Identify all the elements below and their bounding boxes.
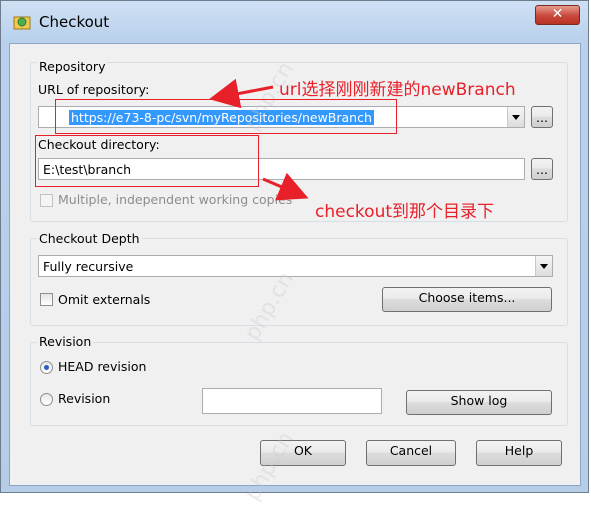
watermark-text: php.cn — [239, 427, 300, 505]
omit-externals-checkbox[interactable] — [40, 293, 53, 306]
choose-items-button[interactable]: Choose items... — [382, 287, 552, 312]
url-highlight-box — [55, 99, 397, 134]
checkout-depth-group-label: Checkout Depth — [37, 231, 142, 246]
depth-combobox[interactable]: Fully recursive — [38, 255, 553, 277]
head-revision-radio[interactable] — [40, 361, 53, 374]
show-log-button[interactable]: Show log — [406, 390, 552, 415]
revision-input[interactable] — [202, 388, 382, 414]
window-title: Checkout — [39, 13, 110, 31]
revision-label: Revision — [58, 391, 111, 406]
directory-browse-button[interactable]: ... — [531, 158, 553, 180]
checkout-dialog: Checkout ✕ Repository URL of repository:… — [0, 0, 589, 505]
directory-highlight-box — [35, 135, 259, 187]
title-bar[interactable]: Checkout ✕ — [1, 1, 588, 43]
help-button[interactable]: Help — [476, 440, 562, 466]
depth-selected-value: Fully recursive — [43, 259, 134, 274]
close-button[interactable]: ✕ — [535, 5, 580, 25]
cancel-button[interactable]: Cancel — [366, 440, 456, 466]
checkout-depth-group — [30, 238, 568, 326]
url-browse-button[interactable]: ... — [531, 106, 553, 128]
chevron-down-icon[interactable] — [535, 256, 552, 276]
chevron-down-icon[interactable] — [507, 107, 524, 127]
tortoisesvn-icon — [13, 16, 31, 30]
omit-externals-label: Omit externals — [58, 292, 151, 307]
checkout-annotation: checkout到那个目录下 — [315, 202, 495, 222]
multiple-working-copies-label: Multiple, independent working copies — [58, 192, 293, 207]
head-revision-label: HEAD revision — [58, 359, 147, 374]
url-label: URL of repository: — [38, 82, 150, 97]
close-icon: ✕ — [551, 6, 564, 22]
multiple-working-copies-checkbox[interactable] — [40, 194, 53, 207]
revision-group-label: Revision — [37, 334, 94, 349]
url-annotation: url选择刚刚新建的newBranch — [279, 80, 516, 100]
revision-radio[interactable] — [40, 393, 53, 406]
repository-group-label: Repository — [37, 59, 108, 74]
